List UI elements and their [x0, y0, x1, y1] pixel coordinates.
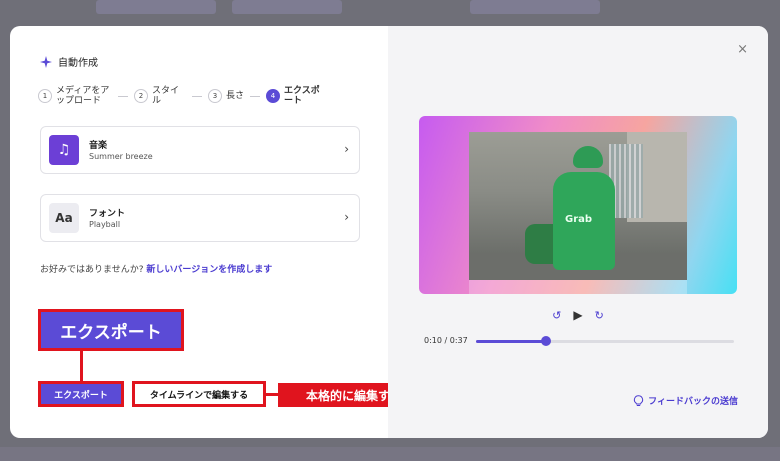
sparkle-icon — [40, 55, 52, 68]
annotation-connector — [80, 351, 83, 381]
preview-panel: × Grab ↺ ▶ ↻ 0:10 / 0:37 フィードバックの送信 — [388, 26, 768, 438]
seek-bar-fill — [476, 340, 546, 343]
step-length[interactable]: 3 長さ — [208, 89, 244, 103]
close-icon[interactable]: × — [737, 42, 748, 57]
time-readout: 0:10 / 0:37 — [424, 336, 468, 345]
font-card[interactable]: Aa フォント Playball › — [40, 194, 360, 242]
prompt-text: お好みではありませんか? — [40, 265, 144, 275]
font-thumb: Aa — [49, 203, 79, 233]
seek-handle[interactable] — [540, 336, 551, 346]
step-style[interactable]: 2 スタイル — [134, 86, 186, 106]
seek-bar[interactable] — [476, 336, 734, 346]
step-number: 4 — [266, 89, 280, 103]
video-caption-band — [469, 280, 687, 294]
step-label: エクスポート — [284, 86, 320, 106]
video-logo: Grab — [565, 214, 593, 225]
music-note-icon: ♫ — [49, 135, 79, 165]
font-card-subtitle: Playball — [89, 220, 121, 229]
new-version-prompt: お好みではありませんか? 新しいバージョンを作成します — [40, 262, 272, 275]
video-preview-frame: Grab — [419, 116, 737, 294]
chevron-right-icon: › — [344, 210, 349, 224]
step-separator — [118, 95, 128, 97]
feedback-label: フィードバックの送信 — [648, 397, 738, 407]
chevron-right-icon: › — [344, 142, 349, 156]
new-version-link[interactable]: 新しいバージョンを作成します — [146, 265, 272, 275]
step-upload[interactable]: 1 メディアをアップロード — [38, 86, 112, 106]
step-label: スタイル — [152, 86, 180, 106]
export-button[interactable]: エクスポート — [38, 381, 124, 407]
backdrop-strip — [232, 0, 342, 14]
left-panel: 自動作成 1 メディアをアップロード 2 スタイル 3 長さ 4 エクスポート — [10, 26, 430, 438]
step-number: 3 — [208, 89, 222, 103]
stepper: 1 メディアをアップロード 2 スタイル 3 長さ 4 エクスポート — [38, 86, 324, 106]
forward-5-icon[interactable]: ↻ — [595, 309, 604, 322]
backdrop-strip — [96, 0, 216, 14]
video-player[interactable]: Grab — [469, 132, 687, 280]
play-icon[interactable]: ▶ — [573, 308, 582, 322]
step-export[interactable]: 4 エクスポート — [266, 86, 324, 106]
step-number: 1 — [38, 89, 52, 103]
backdrop-strip — [470, 0, 600, 14]
step-label: メディアをアップロード — [56, 86, 110, 106]
rewind-5-icon[interactable]: ↺ — [552, 309, 561, 322]
music-card[interactable]: ♫ 音楽 Summer breeze › — [40, 126, 360, 174]
edit-in-timeline-button[interactable]: タイムラインで編集する — [132, 381, 266, 407]
step-separator — [192, 95, 202, 97]
font-card-title: フォント — [89, 209, 126, 219]
step-number: 2 — [134, 89, 148, 103]
step-separator — [250, 95, 260, 97]
dialog-header: 自動作成 — [40, 54, 98, 69]
playback-controls: ↺ ▶ ↻ — [388, 308, 768, 322]
auto-create-dialog: 自動作成 1 メディアをアップロード 2 スタイル 3 長さ 4 エクスポート — [10, 26, 768, 438]
export-annotation-label: エクスポート — [38, 309, 184, 351]
annotation-connector — [266, 393, 278, 396]
feedback-link[interactable]: フィードバックの送信 — [633, 394, 738, 407]
video-rider-helmet — [573, 146, 603, 168]
dialog-title: 自動作成 — [58, 58, 98, 69]
step-label: 長さ — [226, 91, 245, 101]
music-card-subtitle: Summer breeze — [89, 152, 153, 161]
lightbulb-icon — [634, 394, 644, 406]
backdrop-bottom — [0, 447, 780, 461]
music-card-title: 音楽 — [89, 141, 108, 151]
